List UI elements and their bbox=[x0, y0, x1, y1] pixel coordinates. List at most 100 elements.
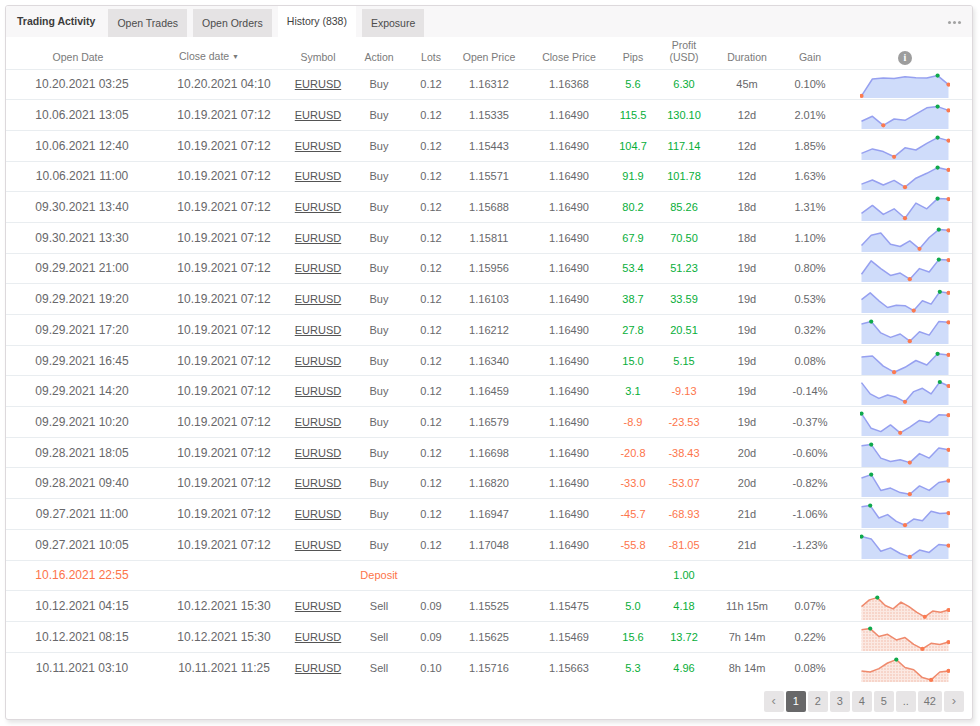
col-duration[interactable]: Duration bbox=[712, 37, 782, 69]
cell-close-price: 1.16490 bbox=[528, 253, 610, 284]
cell-open-price: 1.15956 bbox=[450, 253, 528, 284]
cell-pips: 91.9 bbox=[610, 161, 656, 192]
info-icon[interactable]: i bbox=[898, 51, 912, 65]
cell-symbol: EURUSD bbox=[290, 130, 346, 161]
col-symbol[interactable]: Symbol bbox=[290, 37, 346, 69]
cell-duration: 19d bbox=[712, 407, 782, 438]
cell-open-price: 1.15335 bbox=[450, 100, 528, 131]
trading-activity-widget: Trading Activity Open Trades Open Orders… bbox=[5, 5, 973, 720]
page-button-5[interactable]: 5 bbox=[874, 691, 894, 712]
col-open-price[interactable]: Open Price bbox=[450, 37, 528, 69]
col-gain[interactable]: Gain bbox=[782, 37, 838, 69]
cell-symbol: EURUSD bbox=[290, 345, 346, 376]
cell-open-price: 1.16698 bbox=[450, 437, 528, 468]
symbol-link[interactable]: EURUSD bbox=[295, 447, 341, 459]
col-lots[interactable]: Lots bbox=[412, 37, 450, 69]
symbol-link[interactable]: EURUSD bbox=[295, 662, 341, 674]
cell-duration: 19d bbox=[712, 345, 782, 376]
cell-action: Buy bbox=[346, 499, 412, 530]
symbol-link[interactable]: EURUSD bbox=[295, 539, 341, 551]
trade-row: 09.29.2021 16:4510.19.2021 07:12EURUSDBu… bbox=[6, 345, 972, 376]
cell-gain: -0.60% bbox=[782, 437, 838, 468]
cell-action: Sell bbox=[346, 591, 412, 622]
page-button-ellipsis[interactable]: .. bbox=[896, 691, 916, 712]
tab-exposure[interactable]: Exposure bbox=[362, 9, 424, 37]
cell-duration: 19d bbox=[712, 315, 782, 346]
cell-chart bbox=[838, 437, 972, 468]
symbol-link[interactable]: EURUSD bbox=[295, 201, 341, 213]
page-button-3[interactable]: 3 bbox=[830, 691, 850, 712]
trade-row: 10.12.2021 08:1510.12.2021 15:30EURUSDSe… bbox=[6, 621, 972, 652]
cell-pips: -20.8 bbox=[610, 437, 656, 468]
col-close-price[interactable]: Close Price bbox=[528, 37, 610, 69]
symbol-link[interactable]: EURUSD bbox=[295, 324, 341, 336]
cell-lots: 0.12 bbox=[412, 130, 450, 161]
col-action[interactable]: Action bbox=[346, 37, 412, 69]
cell-duration: 11h 15m bbox=[712, 591, 782, 622]
cell-gain: -0.82% bbox=[782, 468, 838, 499]
cell-action: Buy bbox=[346, 468, 412, 499]
cell-lots: 0.12 bbox=[412, 345, 450, 376]
cell-chart bbox=[838, 376, 972, 407]
symbol-link[interactable]: EURUSD bbox=[295, 355, 341, 367]
cell-duration: 20d bbox=[712, 468, 782, 499]
tab-open-orders[interactable]: Open Orders bbox=[193, 9, 272, 37]
symbol-link[interactable]: EURUSD bbox=[295, 109, 341, 121]
symbol-link[interactable]: EURUSD bbox=[295, 140, 341, 152]
cell-open-price: 1.16340 bbox=[450, 345, 528, 376]
sell-sparkline-chart bbox=[860, 625, 950, 651]
cell-gain: 0.80% bbox=[782, 253, 838, 284]
page-button-2[interactable]: 2 bbox=[808, 691, 828, 712]
col-chart: i bbox=[838, 37, 972, 69]
cell-symbol: EURUSD bbox=[290, 192, 346, 223]
buy-sparkline-chart bbox=[860, 471, 950, 497]
symbol-link[interactable]: EURUSD bbox=[295, 631, 341, 643]
cell-lots: 0.12 bbox=[412, 315, 450, 346]
cell-action: Buy bbox=[346, 529, 412, 560]
cell-close-price: 1.16490 bbox=[528, 284, 610, 315]
cell-close-date: 10.11.2021 11:25 bbox=[158, 652, 290, 683]
buy-sparkline-chart bbox=[860, 410, 950, 436]
symbol-link[interactable]: EURUSD bbox=[295, 477, 341, 489]
cell-lots bbox=[412, 560, 450, 591]
symbol-link[interactable]: EURUSD bbox=[295, 508, 341, 520]
tab-open-trades[interactable]: Open Trades bbox=[108, 9, 187, 37]
col-close-date[interactable]: Close date ▼ bbox=[158, 37, 290, 69]
cell-open-date: 10.16.2021 22:55 bbox=[6, 560, 158, 591]
cell-action: Buy bbox=[346, 376, 412, 407]
cell-symbol: EURUSD bbox=[290, 621, 346, 652]
symbol-link[interactable]: EURUSD bbox=[295, 293, 341, 305]
cell-lots: 0.09 bbox=[412, 621, 450, 652]
page-next-button[interactable]: › bbox=[944, 691, 964, 712]
tab-bar: Trading Activity Open Trades Open Orders… bbox=[6, 6, 972, 37]
ellipsis-menu-icon[interactable] bbox=[936, 6, 972, 37]
col-pips[interactable]: Pips bbox=[610, 37, 656, 69]
page-button-1[interactable]: 1 bbox=[786, 691, 806, 712]
col-profit[interactable]: Profit(USD) bbox=[656, 37, 712, 69]
cell-lots: 0.12 bbox=[412, 222, 450, 253]
symbol-link[interactable]: EURUSD bbox=[295, 600, 341, 612]
cell-action: Buy bbox=[346, 407, 412, 438]
page-button-4[interactable]: 4 bbox=[852, 691, 872, 712]
cell-pips: 5.6 bbox=[610, 69, 656, 100]
cell-profit: -23.53 bbox=[656, 407, 712, 438]
symbol-link[interactable]: EURUSD bbox=[295, 262, 341, 274]
buy-sparkline-chart bbox=[860, 103, 950, 129]
col-open-date[interactable]: Open Date bbox=[6, 37, 158, 69]
cell-lots: 0.12 bbox=[412, 161, 450, 192]
buy-sparkline-chart bbox=[860, 256, 950, 282]
cell-action: Buy bbox=[346, 437, 412, 468]
tab-history[interactable]: History (838) bbox=[278, 6, 356, 37]
cell-pips: -55.8 bbox=[610, 529, 656, 560]
page-prev-button[interactable]: ‹ bbox=[764, 691, 784, 712]
symbol-link[interactable]: EURUSD bbox=[295, 170, 341, 182]
cell-chart bbox=[838, 315, 972, 346]
page-button-42[interactable]: 42 bbox=[918, 691, 942, 712]
cell-close-date: 10.12.2021 15:30 bbox=[158, 591, 290, 622]
cell-chart bbox=[838, 652, 972, 683]
cell-duration: 8h 14m bbox=[712, 652, 782, 683]
symbol-link[interactable]: EURUSD bbox=[295, 78, 341, 90]
symbol-link[interactable]: EURUSD bbox=[295, 232, 341, 244]
symbol-link[interactable]: EURUSD bbox=[295, 385, 341, 397]
symbol-link[interactable]: EURUSD bbox=[295, 416, 341, 428]
